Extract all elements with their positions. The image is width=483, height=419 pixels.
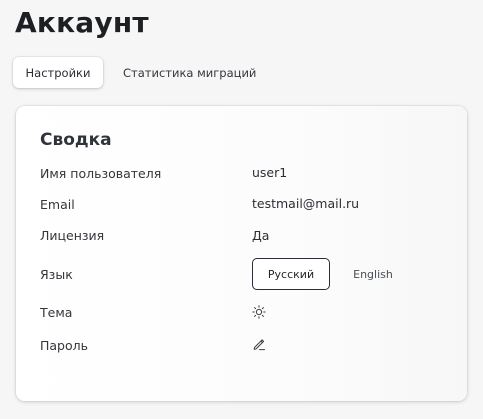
username-value: user1 — [252, 165, 288, 180]
email-label: Email — [40, 197, 75, 212]
page-title: Аккаунт — [15, 6, 149, 39]
username-label: Имя пользователя — [40, 166, 162, 181]
tab-bar: Настройки Статистика миграций — [13, 57, 256, 88]
summary-card: Сводка Имя пользователя user1 Email test… — [16, 106, 467, 401]
language-label: Язык — [40, 267, 73, 282]
license-value: Да — [252, 228, 270, 243]
language-option-russian[interactable]: Русский — [252, 258, 330, 290]
license-label: Лицензия — [40, 228, 105, 243]
email-value: testmail@mail.ru — [252, 196, 360, 211]
password-label: Пароль — [40, 338, 88, 353]
tab-settings[interactable]: Настройки — [13, 57, 103, 88]
sun-icon[interactable] — [250, 303, 268, 321]
pencil-icon[interactable] — [250, 335, 268, 353]
tab-migration-stats[interactable]: Статистика миграций — [123, 57, 256, 88]
summary-title: Сводка — [40, 130, 112, 150]
language-option-english[interactable]: English — [344, 258, 402, 290]
theme-label: Тема — [40, 305, 73, 320]
